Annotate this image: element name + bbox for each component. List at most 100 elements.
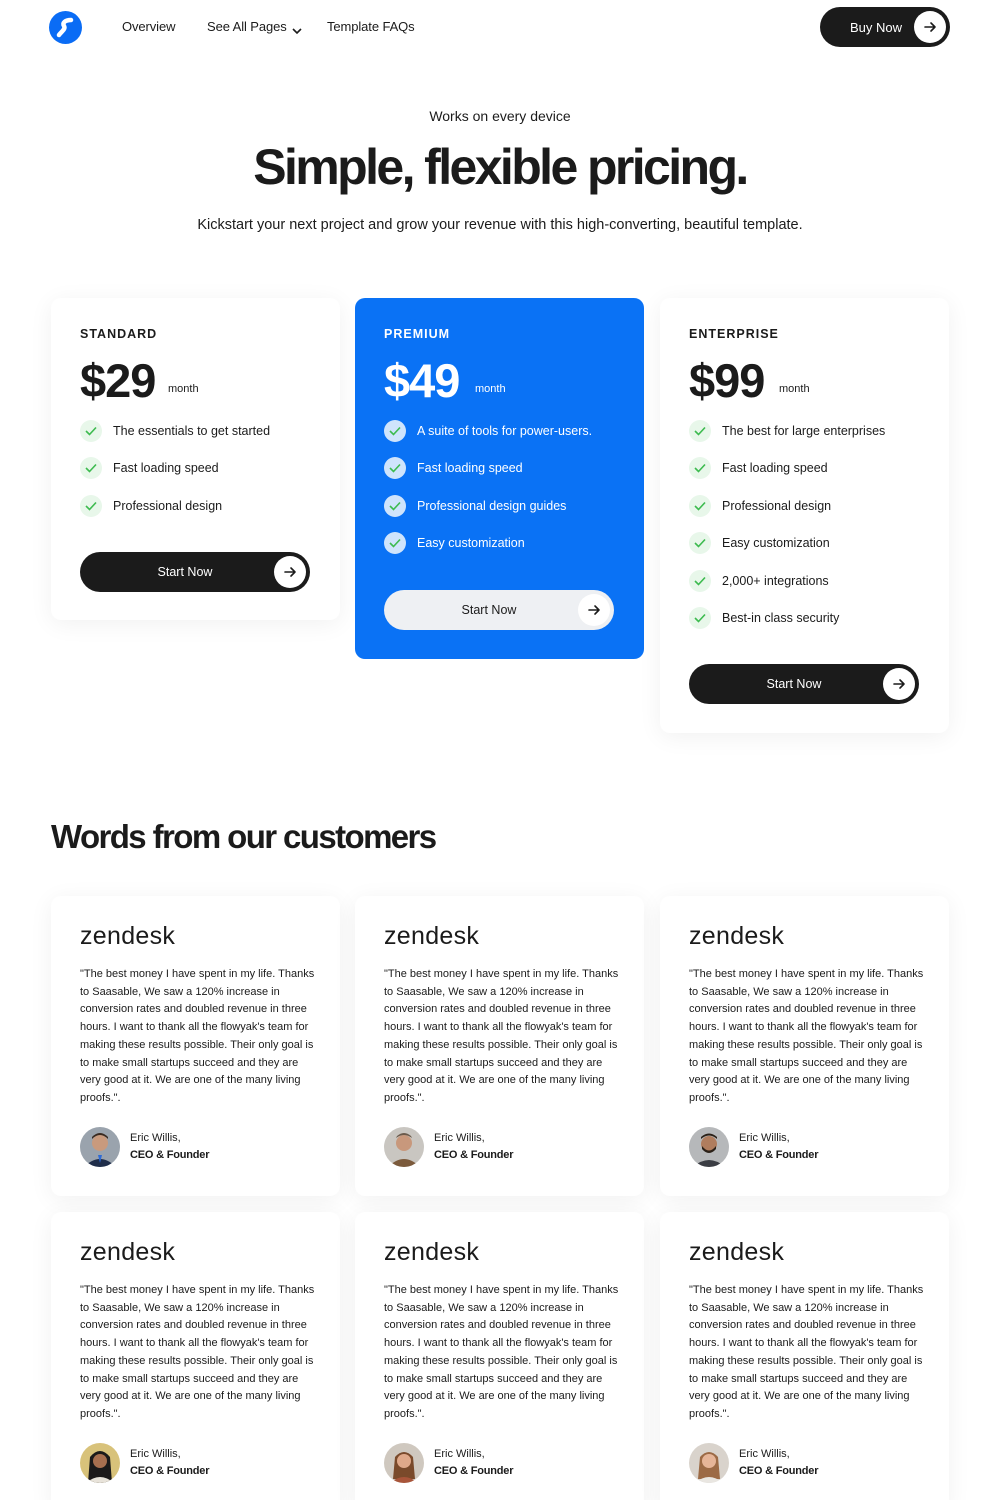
plan-price: $99 — [689, 354, 765, 407]
pricing-card-enterprise: ENTERPRISE $99 month The best for large … — [660, 298, 949, 733]
feature-text: 2,000+ integrations — [722, 574, 829, 588]
testimonial-card: zendesk "The best money I have spent in … — [51, 1212, 340, 1500]
plan-tier: STANDARD — [80, 327, 158, 341]
feature-text: Easy customization — [722, 536, 830, 550]
avatar — [80, 1127, 120, 1167]
pricing-card-standard: STANDARD $29 month The essentials to get… — [51, 298, 340, 620]
feature-text: Professional design guides — [417, 499, 567, 513]
author-name: Eric Willis, — [130, 1132, 181, 1144]
feature-item: Best-in class security — [689, 607, 929, 629]
feature-item: Fast loading speed — [384, 457, 624, 479]
author-role: CEO & Founder — [434, 1465, 514, 1477]
check-icon — [384, 457, 406, 479]
feature-text: Best-in class security — [722, 611, 840, 625]
author-name: Eric Willis, — [434, 1132, 485, 1144]
chevron-down-icon[interactable] — [292, 22, 302, 40]
feature-item: Easy customization — [689, 532, 929, 554]
avatar — [384, 1127, 424, 1167]
testimonials-title: Words from our customers — [51, 818, 437, 855]
check-icon — [689, 495, 711, 517]
plan-price: $29 — [80, 354, 156, 407]
check-icon — [80, 495, 102, 517]
avatar — [80, 1443, 120, 1483]
hero-eyebrow: Works on every device — [429, 108, 571, 124]
check-icon — [689, 420, 711, 442]
feature-text: The best for large enterprises — [722, 424, 886, 438]
avatar — [384, 1443, 424, 1483]
zendesk-logo: zendesk — [80, 922, 176, 950]
testimonial-quote: "The best money I have spent in my life.… — [689, 1284, 924, 1420]
zendesk-logo: zendesk — [689, 1238, 785, 1266]
check-icon — [689, 532, 711, 554]
author-name: Eric Willis, — [739, 1132, 790, 1144]
check-icon — [80, 420, 102, 442]
zendesk-logo: zendesk — [384, 1238, 480, 1266]
plan-period: month — [475, 383, 506, 395]
testimonial-quote: "The best money I have spent in my life.… — [689, 968, 924, 1104]
zendesk-logo: zendesk — [384, 922, 480, 950]
hero-subtitle: Kickstart your next project and grow you… — [197, 217, 803, 233]
plan-tier: PREMIUM — [384, 327, 451, 341]
testimonial-card: zendesk "The best money I have spent in … — [355, 896, 644, 1196]
avatar — [689, 1443, 729, 1483]
plan-period: month — [779, 383, 810, 395]
nav-link-see-all-pages[interactable]: See All Pages — [207, 19, 287, 34]
feature-item: Fast loading speed — [80, 457, 320, 479]
arrow-right-icon — [274, 556, 306, 588]
feature-item: Professional design guides — [384, 495, 624, 517]
start-now-label: Start Now — [461, 603, 517, 617]
buy-now-label: Buy Now — [850, 20, 903, 35]
zendesk-logo: zendesk — [80, 1238, 176, 1266]
author-role: CEO & Founder — [130, 1149, 210, 1161]
feature-text: Fast loading speed — [417, 461, 523, 475]
feature-item: The essentials to get started — [80, 420, 320, 442]
author-role: CEO & Founder — [739, 1465, 819, 1477]
check-icon — [689, 607, 711, 629]
testimonial-quote: "The best money I have spent in my life.… — [80, 968, 315, 1104]
testimonial-card: zendesk "The best money I have spent in … — [660, 896, 949, 1196]
feature-text: Easy customization — [417, 536, 525, 550]
avatar — [689, 1127, 729, 1167]
start-now-button[interactable]: Start Now — [689, 664, 919, 704]
author-name: Eric Willis, — [130, 1448, 181, 1460]
buy-now-button[interactable]: Buy Now — [820, 7, 950, 47]
author-name: Eric Willis, — [739, 1448, 790, 1460]
author-name: Eric Willis, — [434, 1448, 485, 1460]
start-now-button[interactable]: Start Now — [80, 552, 310, 592]
testimonial-card: zendesk "The best money I have spent in … — [355, 1212, 644, 1500]
author-role: CEO & Founder — [739, 1149, 819, 1161]
arrow-right-icon — [578, 594, 610, 626]
feature-item: Easy customization — [384, 532, 624, 554]
testimonial-card: zendesk "The best money I have spent in … — [660, 1212, 949, 1500]
brand-logo-icon[interactable] — [49, 11, 82, 44]
top-nav: Overview See All Pages Template FAQs Buy… — [0, 0, 1000, 54]
check-icon — [689, 457, 711, 479]
feature-text: Professional design — [113, 499, 223, 513]
check-icon — [384, 420, 406, 442]
feature-item: Professional design — [689, 495, 929, 517]
zendesk-logo: zendesk — [689, 922, 785, 950]
feature-text: A suite of tools for power-users. — [417, 424, 593, 438]
feature-text: Fast loading speed — [722, 461, 828, 475]
nav-link-overview[interactable]: Overview — [122, 19, 175, 34]
page-title: Simple, flexible pricing. — [253, 139, 749, 195]
testimonial-quote: "The best money I have spent in my life.… — [384, 1284, 619, 1420]
arrow-right-icon — [914, 11, 946, 43]
feature-item: Fast loading speed — [689, 457, 929, 479]
feature-item: Professional design — [80, 495, 320, 517]
check-icon — [689, 570, 711, 592]
start-now-button[interactable]: Start Now — [384, 590, 614, 630]
check-icon — [384, 495, 406, 517]
feature-text: Fast loading speed — [113, 461, 219, 475]
feature-text: Professional design — [722, 499, 832, 513]
check-icon — [384, 532, 406, 554]
plan-price: $49 — [384, 354, 460, 407]
feature-text: The essentials to get started — [113, 424, 271, 438]
feature-item: 2,000+ integrations — [689, 570, 929, 592]
start-now-label: Start Now — [766, 677, 822, 691]
plan-tier: ENTERPRISE — [689, 327, 779, 341]
feature-item: The best for large enterprises — [689, 420, 929, 442]
nav-link-template-faqs[interactable]: Template FAQs — [327, 19, 415, 34]
feature-item: A suite of tools for power-users. — [384, 420, 624, 442]
testimonial-quote: "The best money I have spent in my life.… — [384, 968, 619, 1104]
